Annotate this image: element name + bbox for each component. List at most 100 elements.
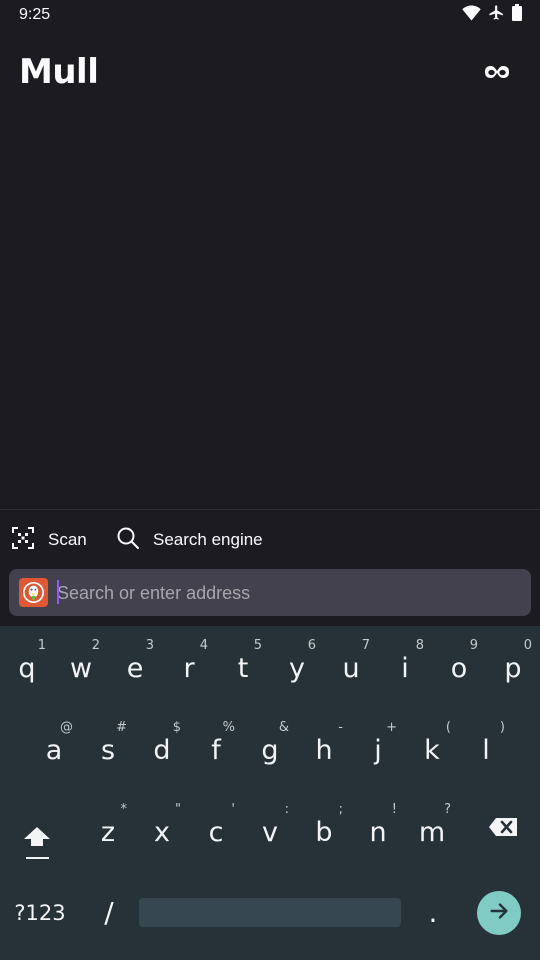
search-icon (116, 526, 140, 555)
key-z[interactable]: * z (81, 800, 135, 864)
key-d[interactable]: $ d (135, 718, 189, 782)
key-x[interactable]: " x (135, 800, 189, 864)
key-label: k (424, 734, 440, 766)
key-hint: 7 (361, 638, 370, 653)
url-input[interactable] (57, 578, 517, 608)
search-engine-label: Search engine (153, 530, 263, 549)
duckduckgo-icon[interactable] (19, 578, 48, 607)
key-label: g (261, 734, 279, 766)
key-hint: : (284, 802, 289, 817)
key-label: l (482, 734, 490, 766)
key-label: n (369, 816, 387, 848)
key-a[interactable]: @ a (27, 718, 81, 782)
key-hint: ( (445, 720, 451, 735)
backspace-key[interactable] (476, 814, 530, 844)
slash-key[interactable]: / (92, 892, 126, 932)
shift-indicator (26, 857, 49, 859)
key-hint: * (120, 802, 128, 817)
mask-icon (484, 64, 510, 85)
key-k[interactable]: (k (405, 718, 459, 782)
key-q[interactable]: 1q (0, 636, 54, 700)
private-browsing-button[interactable] (478, 58, 516, 90)
period-key[interactable]: . (418, 892, 448, 932)
key-g[interactable]: & g (243, 718, 297, 782)
key-label: r (183, 652, 195, 684)
key-e[interactable]: 3e (108, 636, 162, 700)
key-u[interactable]: 7u (324, 636, 378, 700)
space-key[interactable] (139, 898, 401, 927)
key-label: s (100, 734, 116, 766)
key-hint: 6 (307, 638, 316, 653)
key-i[interactable]: 8i (378, 636, 432, 700)
key-label: y (289, 652, 305, 684)
key-b[interactable]: ; b (297, 800, 351, 864)
qr-scan-icon (11, 526, 35, 555)
key-label: j (374, 734, 382, 766)
status-time: 9:25 (19, 6, 51, 23)
go-key[interactable] (477, 891, 521, 935)
url-bar[interactable] (9, 569, 531, 616)
key-c[interactable]: ' c (189, 800, 243, 864)
key-hint: 4 (199, 638, 208, 653)
key-hint: @ (60, 720, 73, 735)
key-hint: 3 (145, 638, 154, 653)
key-hint: 1 (37, 638, 46, 653)
key-l[interactable]: ) l (459, 718, 513, 782)
key-label: e (126, 652, 144, 684)
key-label: t (237, 652, 249, 684)
battery-icon (512, 4, 522, 26)
key-hint: 5 (253, 638, 262, 653)
key-y[interactable]: 6y (270, 636, 324, 700)
key-hint: % (222, 720, 235, 735)
home-content-area (0, 100, 540, 508)
key-hint: 0 (523, 638, 532, 653)
key-hint: 8 (415, 638, 424, 653)
key-hint: # (116, 720, 127, 735)
backspace-icon (488, 817, 518, 841)
key-label: f (211, 734, 221, 766)
key-label: i (401, 652, 409, 684)
key-label: m (418, 816, 446, 848)
awesome-bar: Scan Search engine (0, 509, 540, 626)
symbols-key[interactable]: ?123 (10, 896, 70, 930)
key-label: q (18, 652, 36, 684)
status-icons (462, 4, 522, 26)
key-n[interactable]: ! n (351, 800, 405, 864)
key-h[interactable]: -h (297, 718, 351, 782)
key-p[interactable]: 0p (486, 636, 540, 700)
key-t[interactable]: 5t (216, 636, 270, 700)
key-label: o (450, 652, 468, 684)
key-s[interactable]: # s (81, 718, 135, 782)
key-label: u (342, 652, 360, 684)
arrow-right-icon (488, 900, 510, 927)
key-m[interactable]: ? m (405, 800, 459, 864)
scan-button[interactable]: Scan (11, 520, 87, 560)
key-f[interactable]: % f (189, 718, 243, 782)
key-label: h (315, 734, 333, 766)
key-hint: ' (231, 802, 235, 817)
key-label: a (45, 734, 63, 766)
search-engine-button[interactable]: Search engine (116, 520, 263, 560)
key-label: x (154, 816, 170, 848)
key-hint: + (386, 720, 397, 735)
key-hint: ; (338, 802, 343, 817)
status-bar: 9:25 (0, 0, 540, 32)
key-r[interactable]: 4r (162, 636, 216, 700)
key-label: v (262, 816, 278, 848)
key-v[interactable]: :v (243, 800, 297, 864)
text-cursor (57, 580, 59, 604)
key-w[interactable]: 2w (54, 636, 108, 700)
shift-arrow-icon (22, 825, 52, 853)
wifi-icon (462, 4, 481, 26)
key-hint: $ (172, 720, 181, 735)
key-hint: ) (499, 720, 505, 735)
key-label: d (153, 734, 171, 766)
key-hint: 2 (91, 638, 100, 653)
key-label: p (504, 652, 522, 684)
key-label: c (208, 816, 224, 848)
key-o[interactable]: 9o (432, 636, 486, 700)
key-j[interactable]: + j (351, 718, 405, 782)
key-label: b (315, 816, 333, 848)
key-hint: - (338, 720, 343, 735)
app-title: Mull (19, 52, 99, 92)
